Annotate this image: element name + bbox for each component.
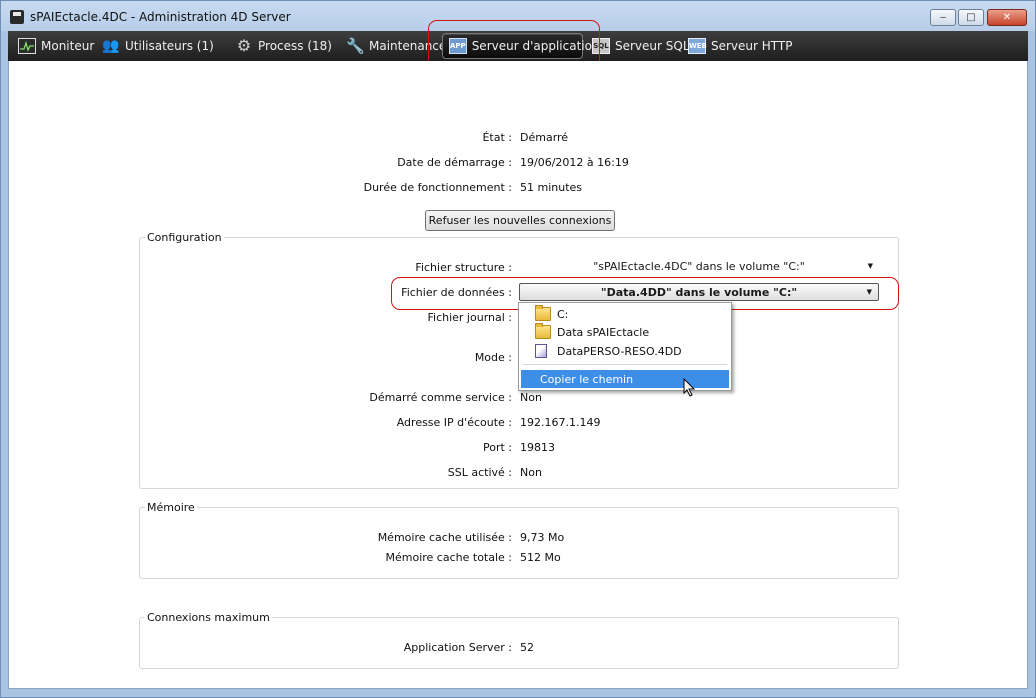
tab-utilisateurs[interactable]: 👥 Utilisateurs (1) bbox=[96, 33, 220, 59]
menu-item-label: C: bbox=[557, 307, 569, 321]
tab-process[interactable]: ⚙ Process (18) bbox=[229, 33, 338, 59]
data-file-dropdown-menu: C: Data sPAIEctacle DataPERSO-RESO.4DD C… bbox=[518, 302, 732, 391]
mouse-cursor-icon bbox=[683, 378, 696, 397]
tab-label: Utilisateurs (1) bbox=[125, 39, 214, 53]
start-date-label: Date de démarrage : bbox=[397, 156, 512, 169]
port-value: 19813 bbox=[520, 441, 555, 454]
chevron-down-icon: ▼ bbox=[867, 262, 873, 270]
data-file-select[interactable]: "Data.4DD" dans le volume "C:" ▼ bbox=[519, 283, 879, 301]
port-label: Port : bbox=[482, 441, 512, 454]
ip-label: Adresse IP d'écoute : bbox=[396, 416, 512, 429]
menu-item-data-file[interactable]: DataPERSO-RESO.4DD bbox=[520, 342, 730, 360]
gear-icon: ⚙ bbox=[236, 36, 252, 55]
copy-path-menu-item[interactable]: Copier le chemin bbox=[521, 370, 729, 388]
chevron-down-icon: ▼ bbox=[866, 288, 872, 296]
folder-icon bbox=[535, 305, 551, 321]
cache-used-label: Mémoire cache utilisée : bbox=[377, 531, 512, 544]
ip-value: 192.167.1.149 bbox=[520, 416, 601, 429]
tab-label: Serveur d'application bbox=[471, 39, 600, 53]
app-server-label: Application Server : bbox=[403, 641, 512, 654]
cache-total-label: Mémoire cache totale : bbox=[385, 551, 513, 564]
app-icon bbox=[10, 10, 24, 24]
web-icon: WEB bbox=[688, 38, 707, 54]
tab-label: Serveur HTTP bbox=[711, 39, 793, 53]
uptime-label: Durée de fonctionnement : bbox=[363, 181, 512, 194]
structure-file-value: "sPAIEctacle.4DC" dans le volume "C:" bbox=[593, 259, 805, 273]
tab-moniteur[interactable]: Moniteur bbox=[12, 33, 100, 59]
maximize-button[interactable]: □ bbox=[958, 9, 984, 26]
state-label: État : bbox=[482, 131, 512, 144]
start-date-value: 19/06/2012 à 16:19 bbox=[520, 156, 629, 169]
connections-title: Connexions maximum bbox=[145, 611, 272, 624]
tab-serveur-application[interactable]: APP Serveur d'application bbox=[442, 33, 600, 59]
mode-label: Mode : bbox=[474, 351, 512, 364]
menu-item-label: Data sPAIEctacle bbox=[557, 325, 650, 339]
data-file-label: Fichier de données : bbox=[401, 286, 512, 299]
cache-total-value: 512 Mo bbox=[520, 551, 561, 564]
menu-item-label: DataPERSO-RESO.4DD bbox=[557, 344, 682, 358]
data-file-value: "Data.4DD" dans le volume "C:" bbox=[600, 285, 798, 299]
tab-label: Serveur SQL bbox=[615, 39, 690, 53]
refuse-connections-button[interactable]: Refuser les nouvelles connexions bbox=[425, 210, 615, 231]
tab-serveur-sql[interactable]: SQL Serveur SQL bbox=[586, 33, 696, 59]
tab-label: Maintenance bbox=[369, 39, 447, 53]
monitor-icon bbox=[18, 38, 36, 54]
configuration-title: Configuration bbox=[145, 231, 224, 244]
menu-separator bbox=[523, 364, 727, 365]
service-value: Non bbox=[520, 391, 542, 404]
app-server-icon: APP bbox=[449, 38, 467, 54]
tab-serveur-http[interactable]: WEB Serveur HTTP bbox=[682, 33, 798, 59]
folder-icon bbox=[535, 323, 551, 339]
tab-label: Process (18) bbox=[258, 39, 332, 53]
structure-file-label: Fichier structure : bbox=[415, 261, 512, 274]
minimize-button[interactable]: ‒ bbox=[930, 9, 956, 26]
uptime-value: 51 minutes bbox=[520, 181, 583, 194]
app-server-value: 52 bbox=[520, 641, 534, 654]
main-content: État : Démarré Date de démarrage : 19/06… bbox=[8, 61, 1028, 689]
tab-label: Moniteur bbox=[41, 39, 95, 53]
service-label: Démarré comme service : bbox=[369, 391, 512, 404]
sql-icon: SQL bbox=[592, 38, 610, 54]
close-button[interactable]: ✕ bbox=[987, 9, 1027, 26]
structure-file-select[interactable]: "sPAIEctacle.4DC" dans le volume "C:" ▼ bbox=[519, 257, 879, 275]
ssl-value: Non bbox=[520, 466, 542, 479]
state-value: Démarré bbox=[520, 131, 569, 144]
main-toolbar: Moniteur 👥 Utilisateurs (1) ⚙ Process (1… bbox=[8, 31, 1028, 61]
journal-file-label: Fichier journal : bbox=[427, 311, 512, 324]
menu-item-c-drive[interactable]: C: bbox=[520, 305, 730, 323]
cache-used-value: 9,73 Mo bbox=[520, 531, 565, 544]
memory-title: Mémoire bbox=[145, 501, 197, 514]
tab-maintenance[interactable]: 🔧 Maintenance bbox=[340, 33, 452, 59]
tools-icon: 🔧 bbox=[346, 37, 365, 55]
menu-item-data-folder[interactable]: Data sPAIEctacle bbox=[520, 323, 730, 341]
users-icon: 👥 bbox=[102, 38, 120, 54]
title-bar[interactable]: sPAIEctacle.4DC - Administration 4D Serv… bbox=[1, 1, 1035, 31]
file-icon bbox=[535, 344, 547, 358]
window-title: sPAIEctacle.4DC - Administration 4D Serv… bbox=[30, 10, 291, 24]
ssl-label: SSL activé : bbox=[447, 466, 512, 479]
